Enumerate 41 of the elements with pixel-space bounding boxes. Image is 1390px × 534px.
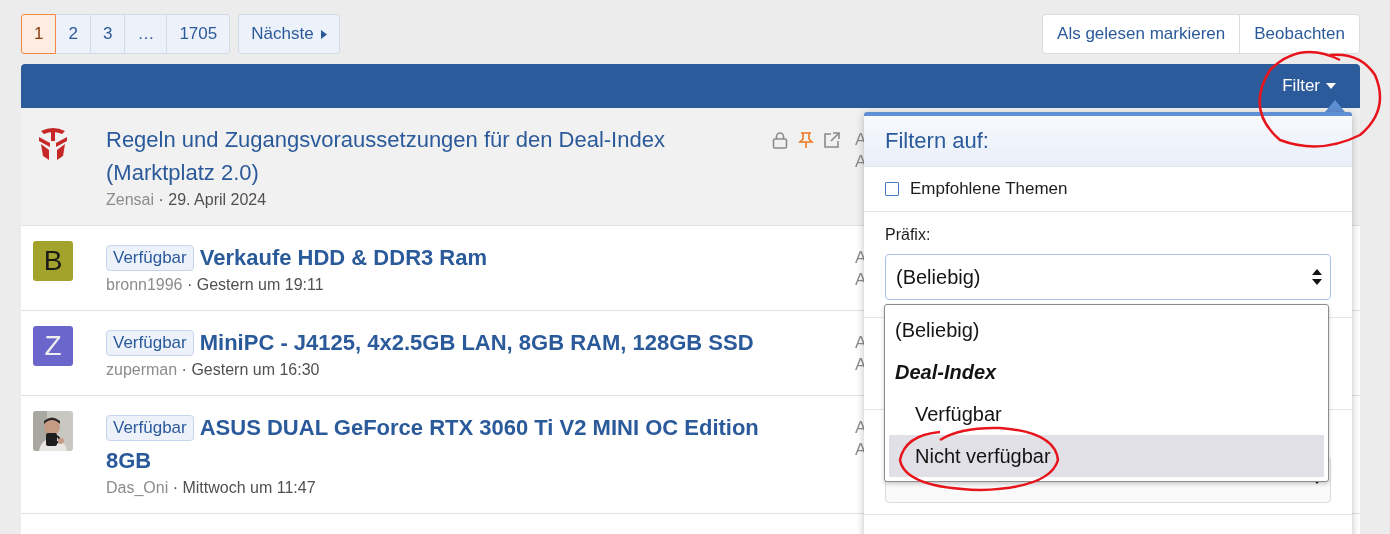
author-link[interactable]: bronn1996 [106,276,183,293]
checkbox[interactable] [885,182,899,196]
popup-title: Filtern auf: [885,128,989,153]
page-button[interactable]: … [124,14,168,54]
page-button[interactable]: 1 [21,14,57,54]
thread-date: Gestern um 19:11 [196,276,324,293]
caret-icon [320,29,327,39]
thread-title[interactable]: Regeln und Zugangsvoraussetzungen für den Deal-Index (Marktplatz 2.0) [106,123,731,189]
page-button[interactable]: 3 [89,14,126,54]
sort-arrows-icon [1312,268,1322,286]
field-label: Präfix: [885,226,932,244]
dropdown-option[interactable]: Verfügbar [889,393,1324,435]
thread-title[interactable]: Verfügbar MiniPC - J4125, 4x2.5GB LAN, 8GB RAM, 128GB SSD [106,326,786,359]
dropdown-option[interactable]: Nicht verfügbar [889,435,1324,477]
thread-date: 29. April 2024 [168,191,267,208]
page-button[interactable]: 1705 [166,14,231,54]
prefix-label[interactable]: Verfügbar [106,330,194,356]
user-avatar[interactable]: B [33,241,73,281]
option-group-label: Deal-Index [894,359,998,385]
prefix-select[interactable]: (Beliebig) [885,254,1331,300]
separator-dot: · [172,479,179,496]
prefix-label[interactable]: Verfügbar [106,245,194,271]
separator-dot: · [158,191,164,208]
next-button[interactable]: Nächste [238,14,340,54]
author-link[interactable]: zuperman [106,361,178,378]
action-button[interactable]: Beobachten [1239,14,1360,54]
author-link[interactable]: Das_Oni [106,479,169,496]
separator-dot: · [186,276,193,293]
thread-date: Mittwoch um 11:47 [182,479,316,496]
checkbox-label[interactable]: Empfohlene Themen [910,179,1068,199]
action-button[interactable]: Als gelesen markieren [1042,14,1241,54]
user-avatar[interactable]: Z [33,326,73,366]
dropdown-option[interactable]: (Beliebig) [889,309,1324,351]
page-button[interactable]: 2 [55,14,91,54]
separator-dot: · [181,361,187,378]
thread-date: Gestern um 16:30 [191,361,320,378]
filter-button[interactable]: Filter [1282,76,1336,96]
prefix-label[interactable]: Verfügbar [106,415,194,441]
thread-title[interactable]: Verfügbar ASUS DUAL GeForce RTX 3060 Ti V2 MINI OC Edition 8GB [106,411,786,477]
thread-title[interactable]: Verfügbar Verkaufe HDD & DDR3 Ram [106,241,786,274]
caret-icon [1326,83,1336,89]
